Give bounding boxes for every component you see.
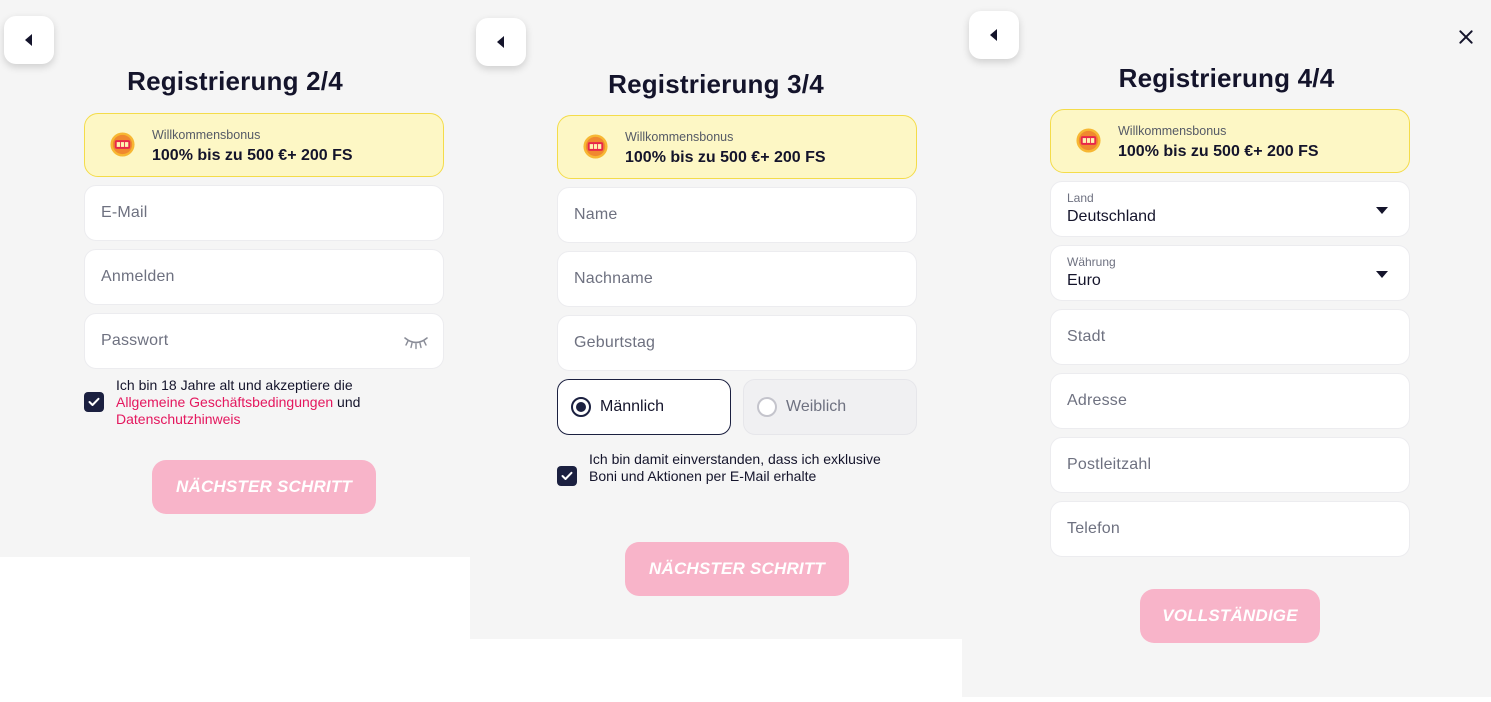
address-field[interactable]: Adresse bbox=[1050, 373, 1410, 429]
country-label: Land bbox=[1067, 191, 1094, 205]
bonus-value: 100% bis zu 500 €+ 200 FS bbox=[1118, 143, 1319, 160]
marketing-consent-text: Ich bin damit einverstanden, dass ich ex… bbox=[589, 451, 881, 484]
currency-label: Währung bbox=[1067, 255, 1116, 269]
back-arrow-icon bbox=[496, 36, 504, 48]
city-field[interactable]: Stadt bbox=[1050, 309, 1410, 365]
welcome-bonus-banner: Willkommensbonus 100% bis zu 500 €+ 200 … bbox=[557, 115, 917, 179]
welcome-bonus-banner: Willkommensbonus 100% bis zu 500 €+ 200 … bbox=[1050, 109, 1410, 173]
hide-password-icon[interactable] bbox=[403, 334, 429, 350]
email-field[interactable]: E-Mail bbox=[84, 185, 444, 241]
welcome-bonus-banner: Willkommensbonus 100% bis zu 500 €+ 200 … bbox=[84, 113, 444, 177]
page-title: Registrierung 2/4 bbox=[127, 66, 343, 96]
birthday-field[interactable]: Geburtstag bbox=[557, 315, 917, 371]
gender-female-option[interactable]: Weiblich bbox=[743, 379, 917, 435]
terms-prefix: Ich bin 18 Jahre alt und akzeptiere die bbox=[116, 377, 353, 393]
chevron-down-icon bbox=[1376, 271, 1388, 278]
chevron-down-icon bbox=[1376, 207, 1388, 214]
bonus-label: Willkommensbonus bbox=[152, 128, 261, 142]
radio-unselected-icon bbox=[757, 397, 777, 417]
birthday-placeholder: Geburtstag bbox=[574, 334, 656, 351]
terms-link[interactable]: Allgemeine Geschäftsbedingungen bbox=[116, 394, 333, 410]
zip-field[interactable]: Postleitzahl bbox=[1050, 437, 1410, 493]
address-placeholder: Adresse bbox=[1067, 392, 1128, 409]
bonus-label: Willkommensbonus bbox=[625, 130, 734, 144]
page-title: Registrierung 3/4 bbox=[608, 69, 824, 99]
marketing-consent-checkbox[interactable] bbox=[557, 466, 577, 486]
checkmark-icon bbox=[561, 471, 573, 480]
back-button[interactable] bbox=[476, 18, 526, 66]
back-button[interactable] bbox=[4, 16, 54, 64]
surname-field[interactable]: Nachname bbox=[557, 251, 917, 307]
slot-machine-icon bbox=[583, 134, 608, 159]
gender-male-option[interactable]: Männlich bbox=[557, 379, 731, 435]
currency-select[interactable]: Währung Euro bbox=[1050, 245, 1410, 301]
gender-male-label: Männlich bbox=[600, 398, 665, 415]
currency-value: Euro bbox=[1067, 272, 1101, 289]
terms-and: und bbox=[333, 394, 361, 410]
terms-checkbox[interactable] bbox=[84, 392, 104, 412]
bonus-value: 100% bis zu 500 €+ 200 FS bbox=[625, 149, 826, 166]
name-field[interactable]: Name bbox=[557, 187, 917, 243]
registration-step-2-panel: Registrierung 2/4 Willkommensbonus 100% … bbox=[0, 0, 470, 557]
login-placeholder: Anmelden bbox=[101, 268, 175, 285]
country-value: Deutschland bbox=[1067, 208, 1156, 225]
back-button[interactable] bbox=[969, 11, 1019, 59]
name-placeholder: Name bbox=[574, 206, 618, 223]
slot-machine-icon bbox=[1076, 128, 1101, 153]
next-step-button[interactable]: NÄCHSTER SCHRITT bbox=[152, 460, 376, 514]
page-title: Registrierung 4/4 bbox=[1118, 63, 1335, 93]
bonus-value: 100% bis zu 500 €+ 200 FS bbox=[152, 147, 353, 164]
zip-placeholder: Postleitzahl bbox=[1067, 456, 1152, 473]
registration-step-4-panel: Registrierung 4/4 Willkommensbonus 100% … bbox=[962, 0, 1491, 697]
back-arrow-icon bbox=[24, 34, 32, 46]
back-arrow-icon bbox=[989, 29, 997, 41]
password-placeholder: Passwort bbox=[101, 332, 169, 349]
registration-step-3-panel: Registrierung 3/4 Willkommensbonus 100% … bbox=[470, 0, 962, 639]
phone-placeholder: Telefon bbox=[1067, 520, 1120, 537]
radio-selected-icon bbox=[571, 397, 591, 417]
close-icon[interactable] bbox=[1455, 26, 1477, 48]
bonus-label: Willkommensbonus bbox=[1118, 124, 1227, 138]
slot-machine-icon bbox=[110, 132, 135, 157]
password-field[interactable]: Passwort bbox=[84, 313, 444, 369]
login-field[interactable]: Anmelden bbox=[84, 249, 444, 305]
phone-field[interactable]: Telefon bbox=[1050, 501, 1410, 557]
surname-placeholder: Nachname bbox=[574, 270, 653, 287]
checkmark-icon bbox=[88, 397, 100, 406]
city-placeholder: Stadt bbox=[1067, 328, 1106, 345]
privacy-link[interactable]: Datenschutzhinweis bbox=[116, 411, 241, 427]
country-select[interactable]: Land Deutschland bbox=[1050, 181, 1410, 237]
terms-text: Ich bin 18 Jahre alt und akzeptiere die … bbox=[116, 377, 426, 428]
gender-female-label: Weiblich bbox=[786, 398, 847, 415]
next-step-button[interactable]: NÄCHSTER SCHRITT bbox=[625, 542, 849, 596]
complete-button[interactable]: VOLLSTÄNDIGE bbox=[1140, 589, 1320, 643]
email-placeholder: E-Mail bbox=[101, 204, 148, 221]
